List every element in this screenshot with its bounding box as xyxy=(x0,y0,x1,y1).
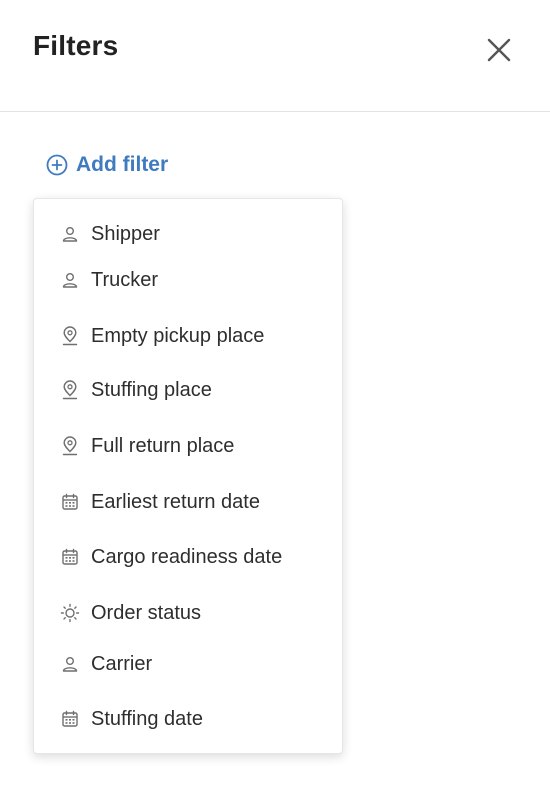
menu-item-label: Trucker xyxy=(91,268,159,291)
location-pin-icon xyxy=(60,326,80,346)
person-icon xyxy=(60,270,80,290)
menu-item-carrier[interactable]: Carrier xyxy=(34,642,342,686)
location-pin-icon xyxy=(60,380,80,400)
menu-item-label: Empty pickup place xyxy=(91,324,265,347)
calendar-icon xyxy=(60,709,80,729)
filter-options-menu: Shipper Trucker Empty pickup place Stuff… xyxy=(33,198,343,754)
filters-panel: Filters Add filter Shipper Trucker Empty… xyxy=(0,0,550,792)
close-button[interactable] xyxy=(482,33,516,67)
menu-item-order-status[interactable]: Order status xyxy=(34,591,342,635)
menu-item-shipper[interactable]: Shipper xyxy=(34,212,342,256)
panel-header: Filters xyxy=(0,0,550,112)
menu-item-label: Carrier xyxy=(91,652,153,675)
plus-circle-icon xyxy=(46,154,68,176)
person-icon xyxy=(60,654,80,674)
add-filter-label: Add filter xyxy=(76,153,169,176)
menu-item-label: Full return place xyxy=(91,434,235,457)
add-filter-button[interactable]: Add filter xyxy=(46,150,168,180)
page-title: Filters xyxy=(33,30,119,61)
location-pin-icon xyxy=(60,436,80,456)
menu-item-earliest-return-date[interactable]: Earliest return date xyxy=(34,480,342,524)
menu-item-stuffing-place[interactable]: Stuffing place xyxy=(34,368,342,412)
menu-item-empty-pickup-place[interactable]: Empty pickup place xyxy=(34,314,342,358)
menu-item-cargo-readiness-date[interactable]: Cargo readiness date xyxy=(34,535,342,579)
menu-item-label: Order status xyxy=(91,601,202,624)
menu-item-label: Stuffing place xyxy=(91,378,212,401)
menu-item-label: Cargo readiness date xyxy=(91,545,283,568)
calendar-icon xyxy=(60,492,80,512)
menu-item-label: Shipper xyxy=(91,222,160,245)
sun-icon xyxy=(60,603,80,623)
menu-item-full-return-place[interactable]: Full return place xyxy=(34,424,342,468)
calendar-icon xyxy=(60,547,80,567)
header-divider xyxy=(0,111,550,112)
menu-item-label: Earliest return date xyxy=(91,490,260,513)
person-icon xyxy=(60,224,80,244)
menu-item-label: Stuffing date xyxy=(91,707,203,730)
menu-item-stuffing-date[interactable]: Stuffing date xyxy=(34,697,342,741)
close-icon xyxy=(486,37,512,63)
menu-item-trucker[interactable]: Trucker xyxy=(34,258,342,302)
